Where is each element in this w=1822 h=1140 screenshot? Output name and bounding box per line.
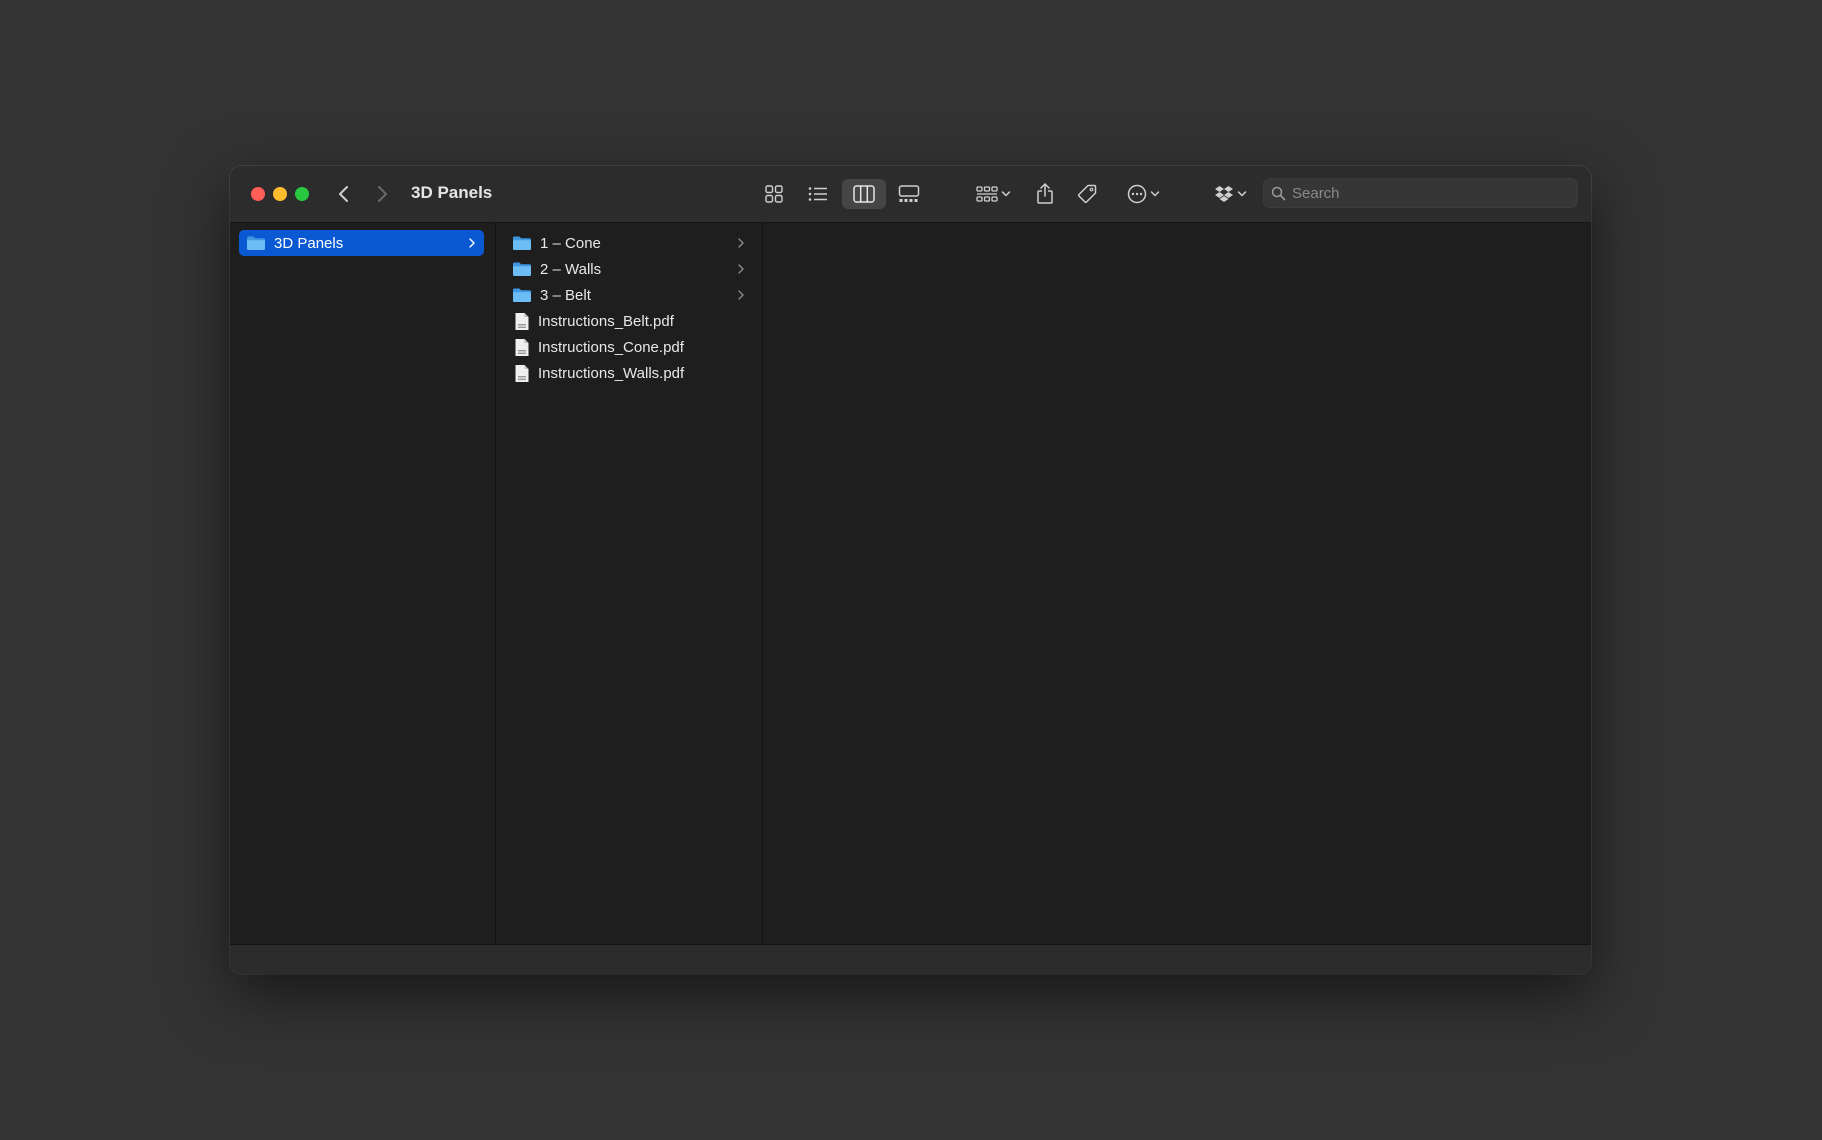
share-icon	[1037, 183, 1053, 204]
list-view-button[interactable]	[802, 179, 834, 209]
more-actions-button[interactable]	[1118, 179, 1168, 209]
search-icon	[1271, 186, 1286, 201]
search-field[interactable]	[1263, 178, 1578, 208]
tag-button[interactable]	[1072, 179, 1102, 209]
chevron-right-icon	[738, 290, 744, 300]
chevron-right-icon	[378, 186, 387, 202]
list-item[interactable]: Instructions_Cone.pdf	[505, 334, 753, 360]
list-item[interactable]: Instructions_Belt.pdf	[505, 308, 753, 334]
pdf-document-icon	[515, 338, 529, 356]
icon-view-icon	[765, 185, 783, 203]
column-view-button[interactable]	[842, 179, 886, 209]
folder-icon	[247, 236, 265, 250]
chevron-left-icon	[339, 186, 348, 202]
dropbox-icon	[1214, 186, 1233, 202]
folder-icon	[513, 236, 531, 250]
back-button[interactable]	[330, 180, 358, 208]
chevron-right-icon	[738, 264, 744, 274]
finder-window: 3D Panels Search 3D Panels 1 – Cone 2 – …	[230, 166, 1591, 974]
gallery-view-button[interactable]	[892, 179, 926, 209]
pdf-document-icon	[515, 364, 529, 382]
status-bar	[230, 944, 1591, 974]
search-input[interactable]	[1292, 179, 1572, 207]
window-title: 3D Panels	[411, 183, 493, 202]
chevron-down-icon	[1150, 191, 1159, 197]
item-label: Instructions_Cone.pdf	[538, 338, 684, 356]
zoom-button[interactable]	[295, 187, 309, 201]
list-item[interactable]: 1 – Cone	[505, 230, 753, 256]
list-view-icon	[808, 187, 827, 201]
chevron-right-icon	[469, 238, 475, 248]
item-label: 3D Panels	[274, 234, 344, 252]
column-view-icon	[853, 185, 875, 203]
titlebar: 3D Panels	[230, 166, 1591, 223]
gallery-view-icon	[898, 185, 920, 202]
folder-icon	[513, 288, 531, 302]
column-2: 1 – Cone 2 – Walls 3 – Belt Instructions…	[496, 223, 763, 944]
item-label: 2 – Walls	[540, 260, 602, 278]
chevron-down-icon	[1001, 191, 1010, 197]
list-item[interactable]: Instructions_Walls.pdf	[505, 360, 753, 386]
item-label: 1 – Cone	[540, 234, 601, 252]
more-actions-icon	[1127, 184, 1146, 204]
minimize-button[interactable]	[273, 187, 287, 201]
item-label: Instructions_Walls.pdf	[538, 364, 685, 382]
group-by-button[interactable]	[970, 179, 1016, 209]
share-button[interactable]	[1030, 179, 1060, 209]
list-item[interactable]: 3 – Belt	[505, 282, 753, 308]
chevron-down-icon	[1237, 191, 1246, 197]
chevron-right-icon	[738, 238, 744, 248]
list-item[interactable]: 2 – Walls	[505, 256, 753, 282]
close-button[interactable]	[251, 187, 265, 201]
item-label: 3 – Belt	[540, 286, 591, 304]
group-by-icon	[975, 186, 998, 202]
folder-icon	[513, 262, 531, 276]
item-label: Instructions_Belt.pdf	[538, 312, 674, 330]
tag-icon	[1077, 184, 1097, 204]
column-3-empty	[763, 223, 1591, 944]
list-item[interactable]: 3D Panels	[239, 230, 484, 256]
icon-view-button[interactable]	[758, 179, 790, 209]
column-1: 3D Panels	[230, 223, 496, 944]
forward-button[interactable]	[368, 180, 396, 208]
dropbox-button[interactable]	[1208, 179, 1252, 209]
pdf-document-icon	[515, 312, 529, 330]
